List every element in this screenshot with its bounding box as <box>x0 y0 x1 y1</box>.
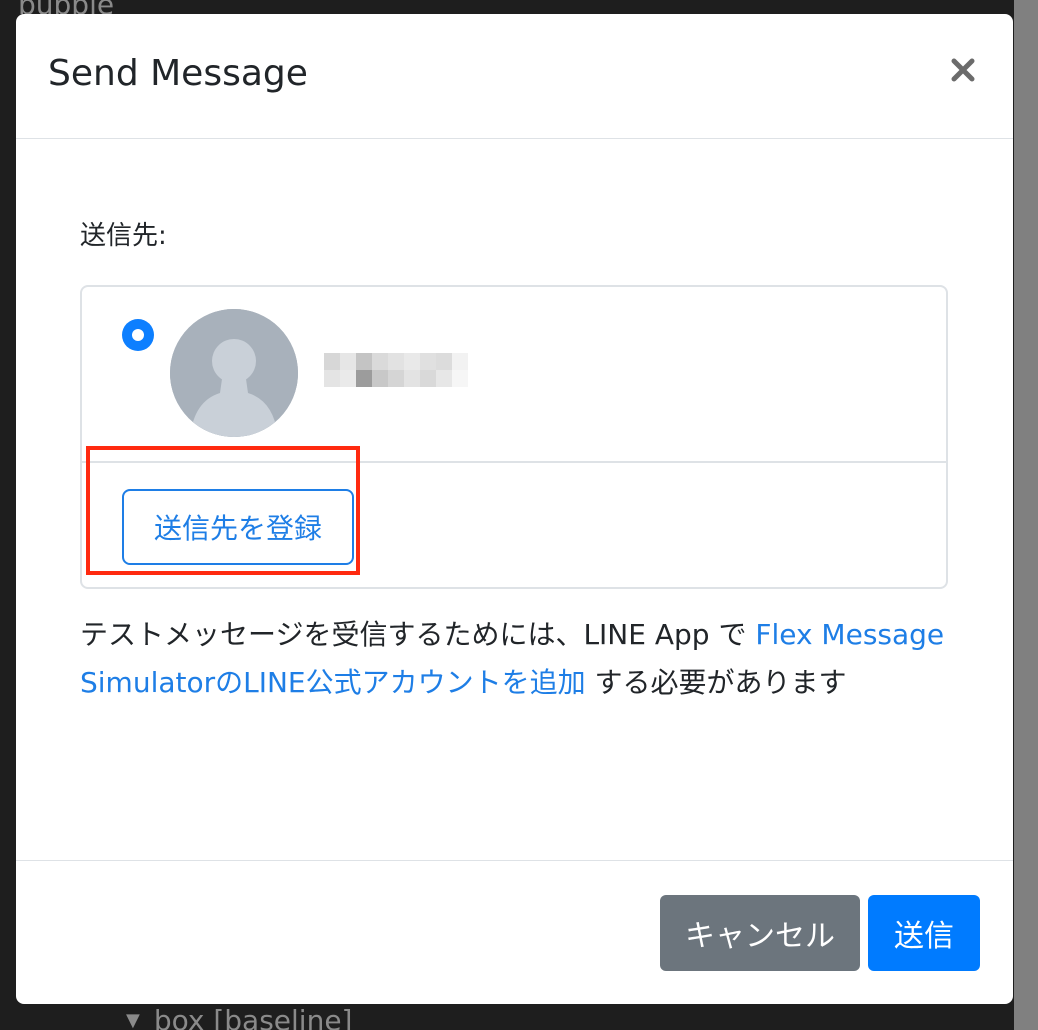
recipient-label: 送信先: <box>80 221 167 251</box>
modal-header: Send Message <box>16 14 1013 139</box>
backdrop-strip <box>1014 0 1038 1030</box>
cancel-button[interactable]: キャンセル <box>660 895 860 971</box>
background-tree-label-bottom: ▼ box [baseline] <box>126 1004 352 1030</box>
person-silhouette-icon <box>170 309 298 437</box>
modal-footer: キャンセル 送信 <box>16 861 1013 1003</box>
register-recipient-button[interactable]: 送信先を登録 <box>122 489 354 565</box>
recipient-radio[interactable] <box>122 319 154 351</box>
recipient-row[interactable] <box>82 287 946 463</box>
caret-down-icon: ▼ <box>126 1010 140 1030</box>
info-text: テストメッセージを受信するためには、LINE App で Flex Messag… <box>80 611 960 707</box>
avatar <box>170 309 298 437</box>
info-text-prefix: テストメッセージを受信するためには、LINE App で <box>80 618 756 651</box>
recipient-card: 送信先を登録 <box>80 285 948 589</box>
modal-body: 送信先: 送信先を登録 テストメッセージを受信するためには、LINE App で… <box>16 139 1013 861</box>
info-text-suffix: する必要があります <box>585 666 847 699</box>
close-icon[interactable] <box>947 54 979 86</box>
recipient-name-blurred <box>324 353 474 387</box>
send-message-modal: Send Message 送信先: 送信先を登録 テストメッセージを受信するため… <box>16 14 1013 1004</box>
modal-title: Send Message <box>48 53 308 94</box>
tree-node-label: box [baseline] <box>153 1004 353 1030</box>
send-button[interactable]: 送信 <box>868 895 980 971</box>
